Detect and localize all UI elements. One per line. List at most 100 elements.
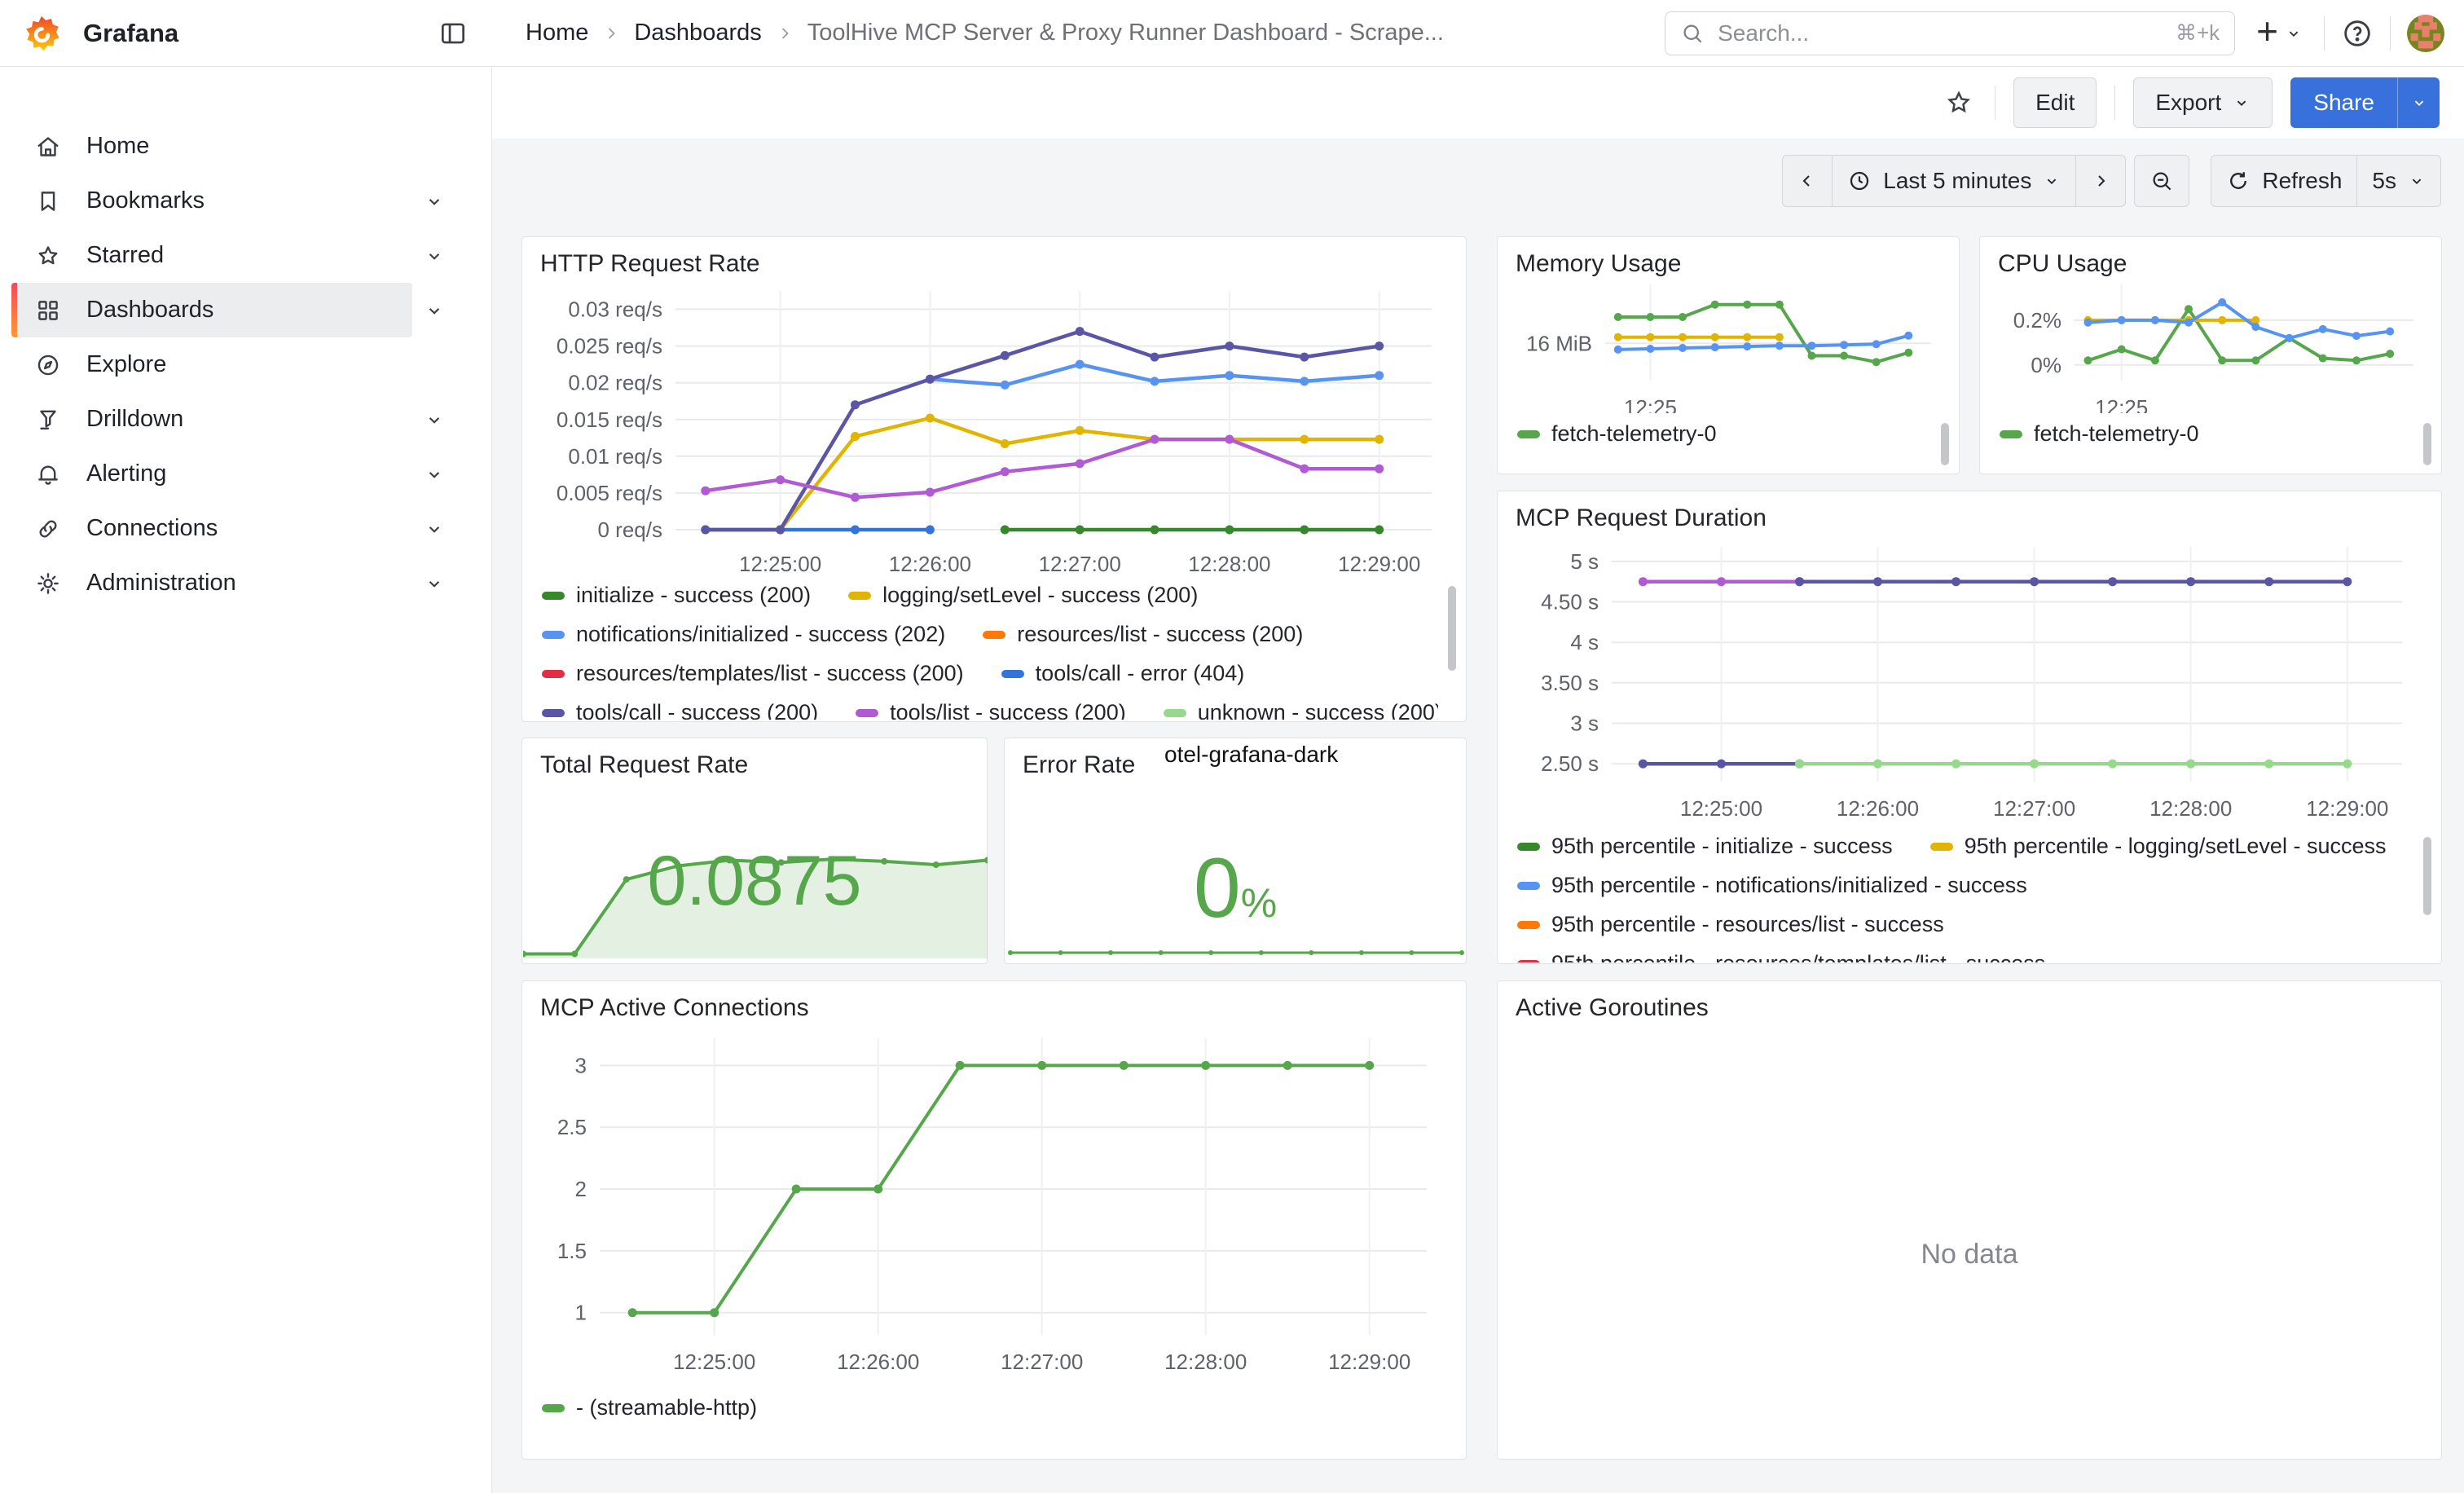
time-controls: Last 5 minutes bbox=[1782, 155, 2441, 207]
chevron-down-icon[interactable] bbox=[419, 404, 450, 435]
legend-scrollbar[interactable] bbox=[2423, 423, 2431, 465]
favorite-star-button[interactable] bbox=[1941, 85, 1977, 121]
time-range-picker[interactable]: Last 5 minutes bbox=[1832, 156, 2075, 206]
legend-item[interactable]: 95th percentile - resources/list - succe… bbox=[1517, 912, 1944, 937]
panel-cpu-usage: CPU Usage 0.2%0%12:25 fetch-telemetry-0 bbox=[1979, 236, 2442, 474]
legend-scrollbar[interactable] bbox=[2423, 837, 2431, 915]
sidebar-row-dashboards: Dashboards bbox=[0, 283, 491, 337]
chevron-down-icon[interactable] bbox=[419, 459, 450, 490]
link-icon bbox=[34, 515, 62, 543]
gear-icon bbox=[34, 570, 62, 597]
search-icon bbox=[1680, 21, 1705, 46]
sidebar-item-bookmarks[interactable]: Bookmarks bbox=[11, 174, 412, 228]
legend-item[interactable]: 95th percentile - resources/templates/li… bbox=[1517, 951, 2045, 962]
legend-scrollbar[interactable] bbox=[1941, 423, 1949, 465]
panel-mcp-active-connections: MCP Active Connections 11.522.5312:25:00… bbox=[521, 980, 1467, 1460]
legend-marker bbox=[1517, 430, 1540, 438]
clock-icon bbox=[1847, 169, 1872, 193]
legend-item[interactable]: initialize - success (200) bbox=[542, 583, 811, 608]
sidebar-item-starred[interactable]: Starred bbox=[11, 228, 412, 283]
legend-row: initialize - success (200) logging/setLev… bbox=[542, 583, 1438, 622]
legend-label: tools/call - success (200) bbox=[576, 700, 818, 720]
share-button[interactable]: Share bbox=[2290, 77, 2440, 128]
panel-active-goroutines: Active Goroutines No data bbox=[1497, 980, 2442, 1460]
refresh-button[interactable]: Refresh bbox=[2211, 156, 2356, 206]
share-dropdown-button[interactable] bbox=[2397, 77, 2440, 128]
panel-title: Total Request Rate bbox=[522, 738, 987, 779]
chevron-down-icon[interactable] bbox=[419, 295, 450, 326]
export-button[interactable]: Export bbox=[2133, 77, 2273, 128]
sidebar: Home Bookmarks Starred Dashboards ExploreDri… bbox=[0, 67, 492, 1493]
sidebar-item-label: Bookmarks bbox=[86, 187, 205, 214]
user-avatar[interactable] bbox=[2407, 15, 2444, 52]
chevron-down-icon bbox=[2233, 94, 2251, 112]
dock-menu-icon[interactable] bbox=[438, 18, 469, 49]
chevron-down-icon[interactable] bbox=[419, 240, 450, 271]
sidebar-item-alerting[interactable]: Alerting bbox=[11, 447, 412, 501]
zoom-out-group bbox=[2134, 155, 2189, 207]
panel-total-request-rate: Total Request Rate 0.0875 bbox=[521, 738, 988, 964]
legend-item[interactable]: tools/call - success (200) bbox=[542, 700, 818, 720]
sidebar-item-administration[interactable]: Administration bbox=[11, 556, 412, 610]
search-box[interactable]: ⌘+k bbox=[1665, 11, 2235, 55]
legend-marker bbox=[542, 1404, 565, 1412]
legend-item[interactable]: 95th percentile - logging/setLevel - suc… bbox=[1930, 834, 2387, 859]
sidebar-item-label: Dashboards bbox=[86, 297, 213, 324]
legend-marker bbox=[1517, 882, 1540, 890]
chevron-down-icon bbox=[2285, 24, 2303, 42]
legend-marker bbox=[848, 592, 871, 600]
legend-item[interactable]: resources/templates/list - success (200) bbox=[542, 661, 964, 686]
zoom-out-button[interactable] bbox=[2135, 156, 2189, 206]
refresh-group: Refresh 5s bbox=[2211, 155, 2441, 207]
refresh-interval-picker[interactable]: 5s bbox=[2356, 156, 2440, 206]
svg-text:12:25:00: 12:25:00 bbox=[739, 552, 821, 576]
sidebar-item-home[interactable]: Home bbox=[11, 119, 412, 174]
star-icon bbox=[34, 242, 62, 270]
svg-text:0 req/s: 0 req/s bbox=[598, 517, 663, 542]
panel-title: HTTP Request Rate bbox=[522, 237, 1466, 278]
legend-marker bbox=[1930, 843, 1953, 851]
breadcrumb: Home Dashboards ToolHive MCP Server & Pr… bbox=[526, 20, 1444, 46]
http-request-rate-chart: 0 req/s0.005 req/s0.01 req/s0.015 req/s0… bbox=[539, 280, 1451, 582]
legend-item[interactable]: tools/call - error (404) bbox=[1001, 661, 1245, 686]
legend-item[interactable]: notifications/initialized - success (202… bbox=[542, 622, 945, 647]
legend-item[interactable]: - (streamable-http) bbox=[542, 1395, 757, 1420]
legend-item[interactable]: 95th percentile - initialize - success bbox=[1517, 834, 1893, 859]
help-button[interactable] bbox=[2341, 17, 2374, 50]
legend: initialize - success (200) logging/setLev… bbox=[542, 583, 1438, 720]
svg-text:0.015 req/s: 0.015 req/s bbox=[557, 407, 662, 432]
grafana-logo[interactable] bbox=[23, 15, 60, 52]
sidebar-row-drilldown: Drilldown bbox=[0, 392, 491, 447]
breadcrumb-dashboards[interactable]: Dashboards bbox=[634, 20, 761, 46]
chevron-down-icon[interactable] bbox=[419, 186, 450, 217]
sidebar-item-explore[interactable]: Explore bbox=[11, 337, 412, 392]
panel-title: CPU Usage bbox=[1980, 237, 2441, 278]
svg-text:2: 2 bbox=[575, 1177, 587, 1201]
legend-item[interactable]: tools/list - success (200) bbox=[856, 700, 1126, 720]
svg-text:2.5: 2.5 bbox=[557, 1115, 587, 1139]
legend-item[interactable]: 95th percentile - notifications/initiali… bbox=[1517, 873, 2027, 898]
legend-item[interactable]: logging/setLevel - success (200) bbox=[848, 583, 1198, 608]
chevron-down-icon[interactable] bbox=[419, 568, 450, 599]
legend-item[interactable]: resources/list - success (200) bbox=[983, 622, 1303, 647]
legend-item[interactable]: unknown - success (200) bbox=[1164, 700, 1438, 720]
sidebar-row-home: Home bbox=[0, 119, 491, 174]
sidebar-item-dashboards[interactable]: Dashboards bbox=[11, 283, 412, 337]
legend-label: 95th percentile - resources/templates/li… bbox=[1551, 951, 2045, 962]
stat-unit: % bbox=[1241, 880, 1277, 926]
search-input[interactable] bbox=[1716, 20, 2164, 47]
edit-button[interactable]: Edit bbox=[2013, 77, 2097, 128]
legend-row: - (streamable-http) bbox=[542, 1395, 1438, 1434]
legend-scrollbar[interactable] bbox=[1448, 586, 1456, 671]
chevron-down-icon[interactable] bbox=[419, 513, 450, 544]
legend-item[interactable]: fetch-telemetry-0 bbox=[1517, 421, 1717, 447]
time-shift-forward-button[interactable] bbox=[2075, 156, 2125, 206]
breadcrumb-home[interactable]: Home bbox=[526, 20, 588, 46]
legend-marker bbox=[1517, 921, 1540, 929]
sidebar-item-connections[interactable]: Connections bbox=[11, 501, 412, 556]
add-new-button[interactable]: + bbox=[2251, 17, 2308, 50]
sidebar-item-drilldown[interactable]: Drilldown bbox=[11, 392, 412, 447]
sidebar-row-starred: Starred bbox=[0, 228, 491, 283]
legend-item[interactable]: fetch-telemetry-0 bbox=[2000, 421, 2199, 447]
time-shift-back-button[interactable] bbox=[1783, 156, 1832, 206]
